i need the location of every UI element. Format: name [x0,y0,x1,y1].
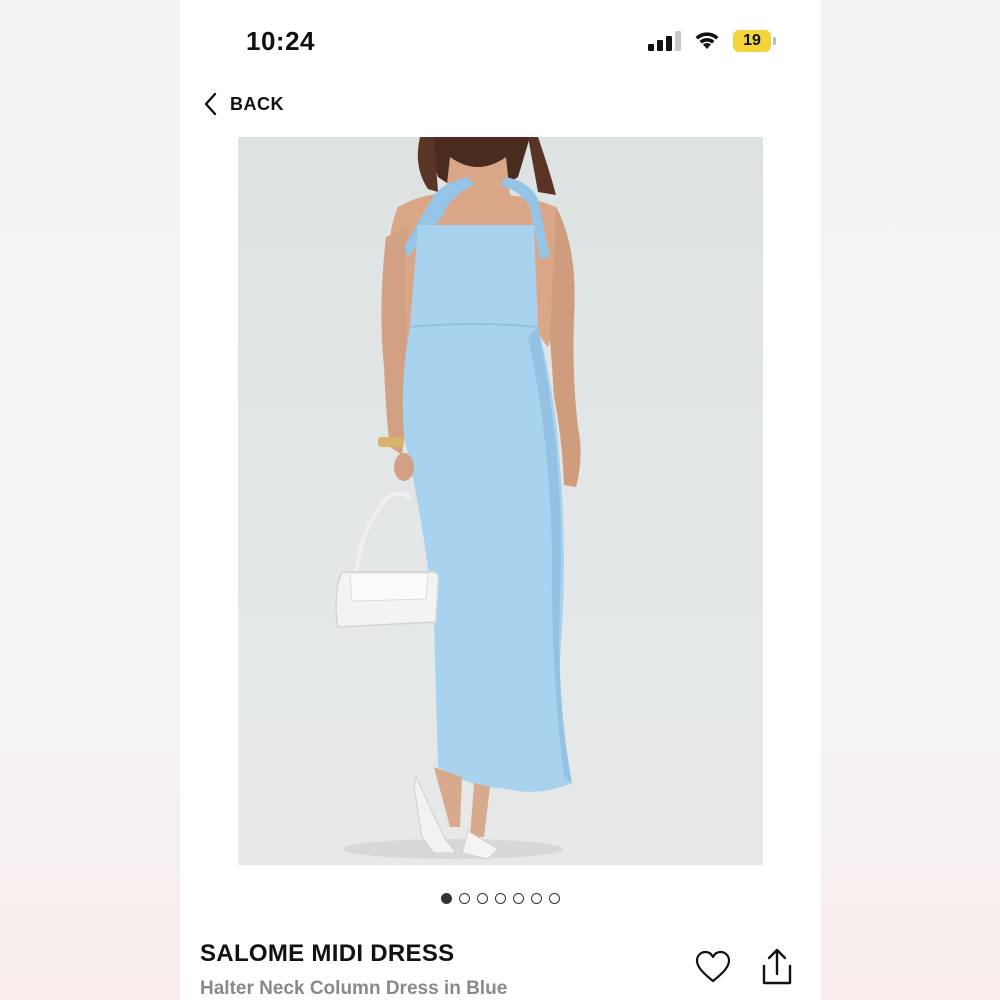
heart-icon [695,950,731,983]
battery-icon: 19 [733,30,777,52]
chevron-left-icon [204,92,217,116]
share-button[interactable] [760,948,794,986]
back-label: BACK [230,93,284,114]
phone-screen: 10:24 19 BACK SALOME MIDI DRESS Halter N… [180,0,821,1000]
favorite-button[interactable] [695,950,731,984]
status-time: 10:24 [246,26,315,56]
carousel-dot[interactable] [477,893,488,904]
wifi-icon [695,32,719,49]
carousel-dot[interactable] [441,893,452,904]
battery-level: 19 [743,32,761,49]
carousel-dot[interactable] [549,893,560,904]
battery-cap [773,37,776,45]
product-title: SALOME MIDI DRESS [200,940,455,967]
product-photo-illustration [335,137,581,860]
carousel-dot[interactable] [459,893,470,904]
carousel-dot[interactable] [495,893,506,904]
carousel-dot[interactable] [531,893,542,904]
carousel-dots [180,890,821,908]
share-icon [762,948,792,985]
signal-icon [648,31,681,51]
back-button[interactable]: BACK [202,88,284,120]
carousel-dot[interactable] [513,893,524,904]
product-image[interactable] [238,137,763,865]
product-subtitle: Halter Neck Column Dress in Blue [200,978,508,999]
status-bar: 10:24 19 [180,0,821,80]
